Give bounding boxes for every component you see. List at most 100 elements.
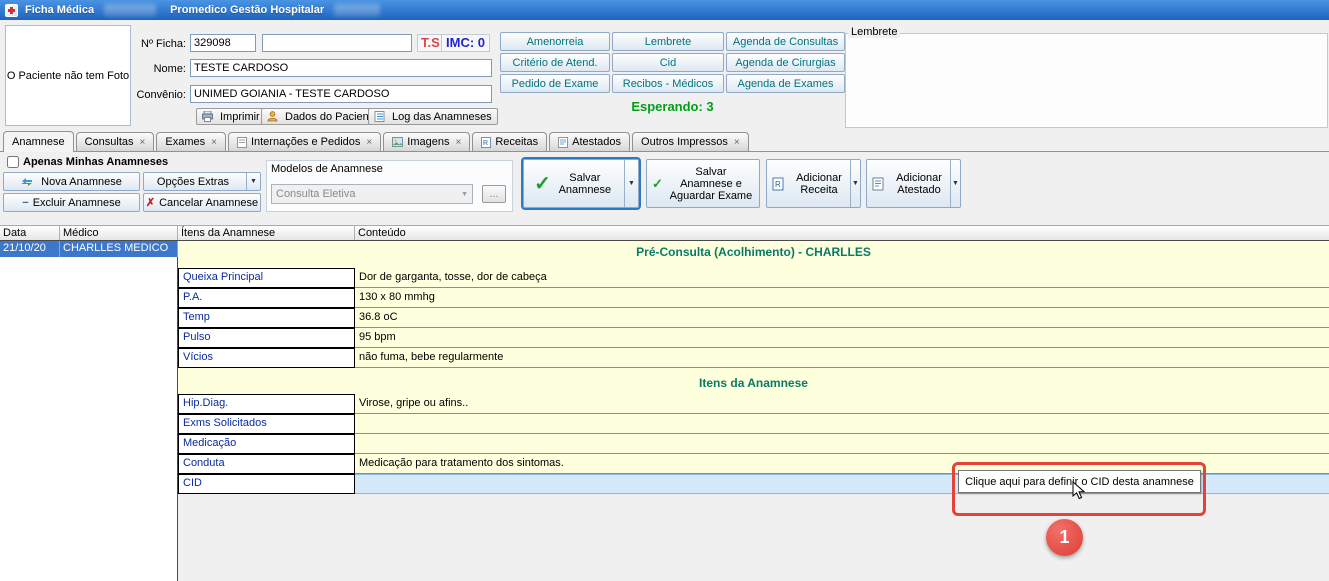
ficha-input[interactable] [190,34,256,52]
adicionar-receita-button[interactable]: R Adicionar Receita ▼ [766,159,861,208]
cid-button[interactable]: Cid [612,53,724,72]
tab-imagens-label: Imagens [407,136,449,148]
minus-icon: − [22,197,28,209]
lembrete-group-label: Lembrete [848,26,900,38]
anamnese-row[interactable]: Vícios não fuma, bebe regularmente [178,348,1329,368]
col-itens[interactable]: Ítens da Anamnese [178,226,355,240]
anamnese-list-row[interactable]: 21/10/20 CHARLLES MEDICO [0,241,178,257]
modelos-browse-button[interactable]: ... [482,185,506,203]
dados-paciente-button[interactable]: Dados do Paciente [261,108,384,125]
agenda-cirurgias-label: Agenda de Cirurgias [735,57,835,69]
tab-exames[interactable]: Exames × [156,132,226,151]
anamnese-item-cell[interactable]: Medicação [178,434,355,454]
tab-imagens[interactable]: Imagens × [383,132,470,151]
agenda-consultas-button[interactable]: Agenda de Consultas [726,32,845,51]
anamnese-item-cell[interactable]: P.A. [178,288,355,308]
col-data[interactable]: Data [0,226,60,240]
svg-text:R: R [775,180,781,189]
anamnese-content-cell[interactable]: Virose, gripe ou afins.. [355,394,1329,414]
tab-close-icon[interactable]: × [734,137,740,148]
red-x-icon: ✗ [146,196,155,209]
convenio-label: Convênio: [126,89,186,101]
nova-anamnese-label: Nova Anamnese [41,176,122,188]
imc-badge[interactable]: IMC: 0 [441,34,490,52]
imprimir-button[interactable]: Imprimir [196,108,266,125]
excluir-anamnese-button[interactable]: − Excluir Anamnese [3,193,140,212]
log-anamneses-button[interactable]: Log das Anamneses [368,108,498,125]
anamnese-content-cell[interactable]: 36.8 oC [355,308,1329,328]
anamnese-content-cell[interactable]: 130 x 80 mmhg [355,288,1329,308]
amenorreia-button[interactable]: Amenorreia [500,32,610,51]
salvar-anamnese-button[interactable]: ✓ Salvar Anamnese ▼ [523,159,639,208]
agenda-exames-button[interactable]: Agenda de Exames [726,74,845,93]
anamnese-row[interactable]: Temp 36.8 oC [178,308,1329,328]
tab-atestados[interactable]: Atestados [549,132,630,151]
row-date: 21/10/20 [0,241,60,257]
modelos-anamnese-select[interactable]: Consulta Eletiva ▼ [271,184,473,204]
lembrete-panel[interactable] [845,33,1328,128]
col-medico[interactable]: Médico [60,226,178,240]
modelos-anamnese-panel: Modelos de Anamnese Consulta Eletiva ▼ .… [266,160,513,212]
anamnese-list-panel[interactable] [0,257,178,581]
tab-consultas[interactable]: Consultas× [76,132,155,151]
nova-anamnese-button[interactable]: Nova Anamnese [3,172,140,191]
nome-input[interactable] [190,59,492,77]
tab-close-icon[interactable]: × [211,137,217,148]
cancelar-anamnese-button[interactable]: ✗ Cancelar Anamnese [143,193,261,212]
esperando-status: Esperando: 3 [500,99,845,114]
tab-anamnese[interactable]: Anamnese [3,131,74,152]
chevron-down-icon[interactable]: ▼ [850,160,860,207]
modelos-anamnese-value: Consulta Eletiva [276,188,356,200]
anamnese-content-cell[interactable] [355,414,1329,434]
tab-internacoes[interactable]: Internações e Pedidos× [228,132,381,151]
anamnese-item-cell[interactable]: Vícios [178,348,355,368]
chevron-down-icon[interactable]: ▼ [950,160,960,207]
anamnese-content-cell[interactable]: não fuma, bebe regularmente [355,348,1329,368]
col-conteudo[interactable]: Conteúdo [355,226,1329,240]
salvar-anamnese-label: Salvar Anamnese [556,172,614,196]
criterio-atend-button[interactable]: Critério de Atend. [500,53,610,72]
chevron-down-icon[interactable]: ▼ [246,173,260,190]
tab-close-icon[interactable]: × [366,137,372,148]
anamnese-item-cell[interactable]: Conduta [178,454,355,474]
recibos-medicos-button[interactable]: Recibos - Médicos [612,74,724,93]
anamnese-item-cell[interactable]: Exms Solicitados [178,414,355,434]
lembrete-button[interactable]: Lembrete [612,32,724,51]
anamnese-row[interactable]: P.A. 130 x 80 mmhg [178,288,1329,308]
opcoes-extras-label: Opções Extras [144,176,242,188]
tab-receitas[interactable]: R Receitas [472,132,547,151]
convenio-input[interactable] [190,85,492,103]
dados-paciente-label: Dados do Paciente [285,111,378,123]
anamnese-item-cell[interactable]: Queixa Principal [178,268,355,288]
apenas-minhas-checkbox[interactable] [7,156,19,168]
anamnese-row[interactable]: Medicação [178,434,1329,454]
anamnese-item-cell[interactable]: Temp [178,308,355,328]
adicionar-atestado-button[interactable]: Adicionar Atestado ▼ [866,159,961,208]
anamnese-row[interactable]: Queixa Principal Dor de garganta, tosse,… [178,268,1329,288]
anamnese-item-cell[interactable]: Pulso [178,328,355,348]
tab-exames-label: Exames [165,136,205,148]
ficha-secondary-input[interactable] [262,34,412,52]
excluir-anamnese-label: Excluir Anamnese [33,197,121,209]
anamnese-row[interactable]: Hip.Diag. Virose, gripe ou afins.. [178,394,1329,414]
pedido-exame-button[interactable]: Pedido de Exame [500,74,610,93]
modelos-anamnese-label: Modelos de Anamnese [267,161,512,175]
anamnese-item-cell[interactable]: CID [178,474,355,494]
salvar-aguardar-exame-button[interactable]: ✓ Salvar Anamnese e Aguardar Exame [646,159,760,208]
anamnese-content-cell[interactable] [355,434,1329,454]
ts-badge[interactable]: T.S [417,34,444,52]
tab-outros-impressos[interactable]: Outros Impressos× [632,132,749,151]
tab-close-icon[interactable]: × [455,137,461,148]
opcoes-extras-button[interactable]: Opções Extras ▼ [143,172,261,191]
app-window: Ficha Médica Promedico Gestão Hospitalar… [0,0,1329,581]
adicionar-atestado-label: Adicionar Atestado [893,172,945,196]
anamnese-content-cell[interactable]: Dor de garganta, tosse, dor de cabeça [355,268,1329,288]
chevron-down-icon[interactable]: ▼ [624,160,638,207]
anamnese-row[interactable]: Exms Solicitados [178,414,1329,434]
agenda-cirurgias-button[interactable]: Agenda de Cirurgias [726,53,845,72]
printer-icon [202,111,213,122]
anamnese-content-cell[interactable]: 95 bpm [355,328,1329,348]
tab-close-icon[interactable]: × [140,137,146,148]
anamnese-row[interactable]: Pulso 95 bpm [178,328,1329,348]
anamnese-item-cell[interactable]: Hip.Diag. [178,394,355,414]
